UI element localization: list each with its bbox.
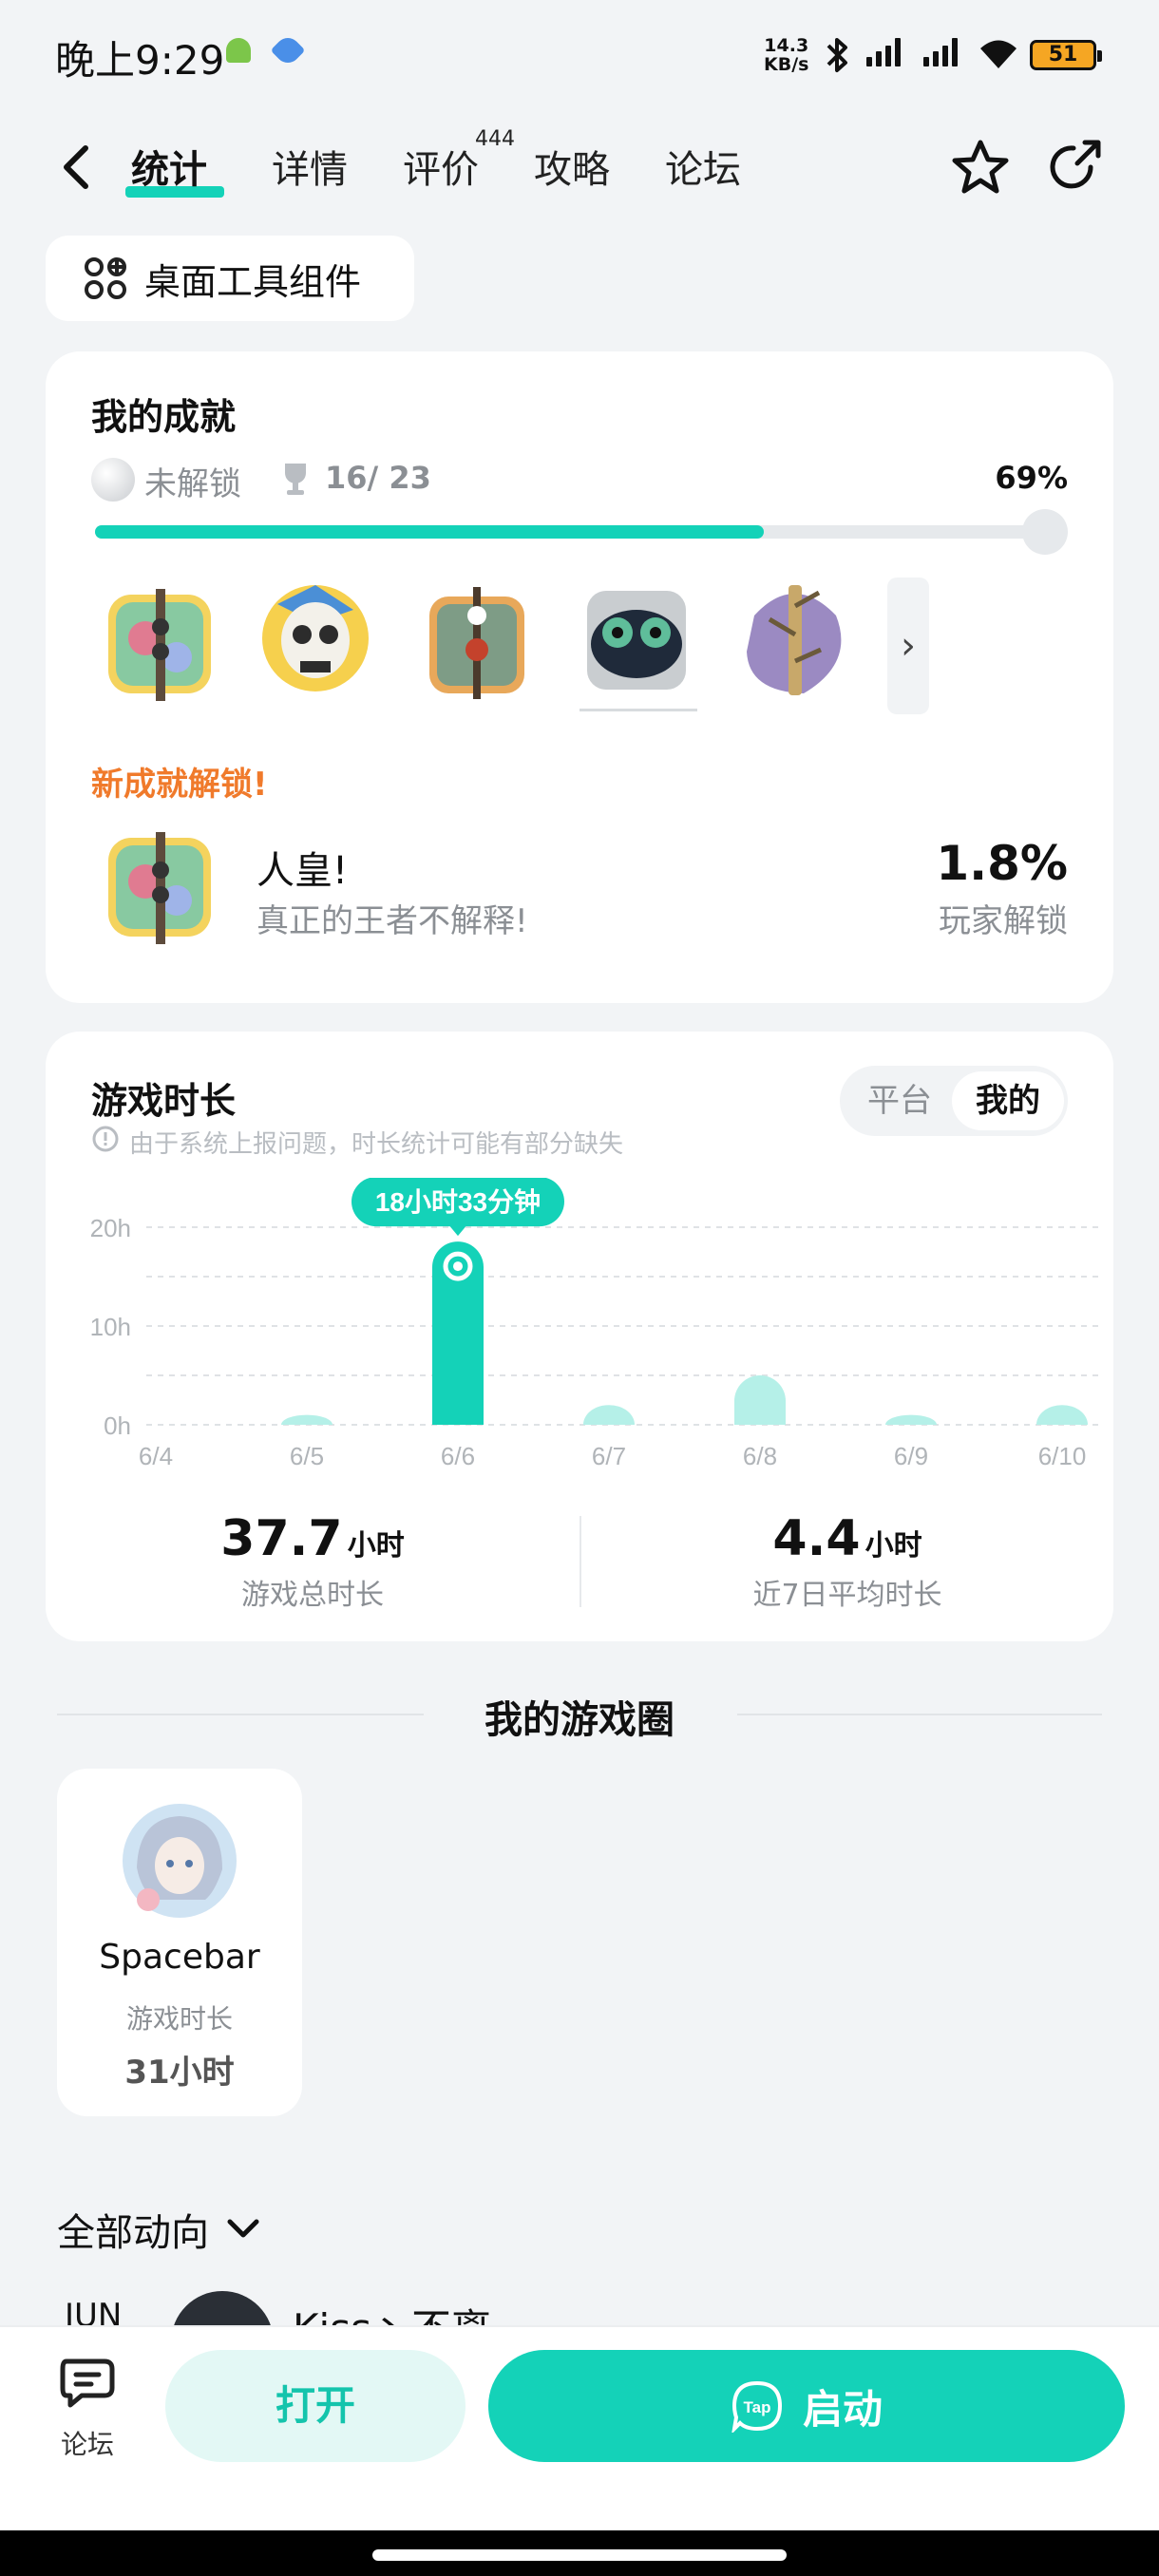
status-bar: 晚上9:29 14.3 KB/s 51 <box>0 0 1159 114</box>
status-time: 晚上9:29 <box>55 37 225 84</box>
progress-end-star-icon <box>1022 509 1068 555</box>
locked-label: 未解锁 <box>144 465 241 503</box>
chart-y-tick-label: 20h <box>90 1214 131 1242</box>
chart-tooltip-pointer <box>448 1224 467 1237</box>
tab-details[interactable]: 详情 <box>272 139 348 194</box>
chart-bar <box>1036 1405 1088 1425</box>
achievement-badge-3[interactable] <box>420 581 534 705</box>
feed-title: 全部动向 <box>57 2211 209 2255</box>
toggle-mine[interactable]: 我的 <box>952 1071 1064 1130</box>
widget-chip-label: 桌面工具组件 <box>144 260 362 303</box>
desktop-widget-button[interactable]: 桌面工具组件 <box>46 236 414 321</box>
back-arrow-icon[interactable] <box>55 141 101 194</box>
avg-playtime-value: 4.4 <box>772 1510 861 1567</box>
forum-icon[interactable] <box>59 2356 120 2409</box>
playtime-title: 游戏时长 <box>91 1080 237 1122</box>
network-speed: 14.3 KB/s <box>764 36 808 74</box>
chart-bar <box>583 1405 635 1425</box>
android-icon <box>226 38 251 63</box>
chart-x-tick-label: 6/6 <box>441 1442 475 1470</box>
bluetooth-icon <box>826 38 847 72</box>
feed-filter-dropdown[interactable]: 全部动向 <box>57 2202 260 2257</box>
achievements-title: 我的成就 <box>91 396 237 438</box>
chart-bar <box>734 1375 786 1425</box>
game-circle-title: 我的游戏圈 <box>484 1698 674 1742</box>
chart-x-tick-label: 6/9 <box>894 1442 928 1470</box>
latest-achievement-badge[interactable] <box>103 824 217 948</box>
battery-indicator: 51 <box>1030 40 1102 70</box>
avg-playtime-label: 近7日平均时长 <box>752 1579 942 1612</box>
chart-x-tick-label: 6/4 <box>139 1442 173 1470</box>
signal-icon-2 <box>923 38 958 66</box>
avg-playtime-unit: 小时 <box>864 1529 922 1563</box>
circle-meta-label: 游戏时长 <box>125 2003 233 2035</box>
circle-avatar <box>123 1804 237 1918</box>
latest-achievement-name: 人皇! <box>256 849 349 893</box>
achievements-next-button[interactable]: › <box>887 578 929 714</box>
achievement-progress-fill <box>95 525 764 539</box>
tab-forum[interactable]: 论坛 <box>665 139 741 194</box>
tap-logo-text: Tap <box>744 2398 771 2416</box>
achievement-badge-2[interactable] <box>258 576 372 699</box>
info-icon <box>92 1126 119 1152</box>
forum-label[interactable]: 论坛 <box>61 2424 114 2462</box>
total-playtime: 37.7 小时 <box>46 1510 580 1567</box>
latest-achievement-desc: 真正的王者不解释! <box>256 902 528 940</box>
chart-x-tick-label: 6/8 <box>743 1442 777 1470</box>
circle-meta-value: 31小时 <box>124 2054 235 2092</box>
chevron-down-icon <box>227 2219 259 2238</box>
launch-button-label: 启动 <box>802 2385 883 2433</box>
tab-guides[interactable]: 攻略 <box>534 139 610 194</box>
selected-badge-underline <box>580 709 697 711</box>
new-unlock-label: 新成就解锁! <box>91 766 268 804</box>
reviews-count-badge: 444 <box>475 127 515 151</box>
chart-tooltip-text: 18小时33分钟 <box>375 1187 541 1217</box>
total-playtime-unit: 小时 <box>347 1529 405 1563</box>
widget-grid-icon <box>85 257 126 299</box>
chart-y-tick-label: 0h <box>104 1411 131 1440</box>
achievement-badge-5[interactable] <box>737 578 851 701</box>
latest-achievement-rate-label: 玩家解锁 <box>939 902 1068 940</box>
tab-stats[interactable]: 统计 <box>131 139 207 194</box>
wifi-icon <box>980 40 1016 68</box>
network-speed-value: 14.3 <box>764 35 809 56</box>
tap-logo-icon: Tap <box>732 2380 782 2433</box>
achievement-count: 16/ 23 <box>325 460 431 496</box>
chart-x-tick-label: 6/7 <box>592 1442 626 1470</box>
latest-achievement-rate: 1.8% <box>936 836 1068 891</box>
chart-x-tick-label: 6/10 <box>1038 1442 1087 1470</box>
favorite-star-icon[interactable] <box>948 135 1013 199</box>
playtime-bar-chart: 0h 10h 20h 6/4 6/5 18小时33分钟 6/6 6/7 6/8 6/9 6/10 <box>90 1178 1100 1470</box>
avg-playtime: 4.4 小时 <box>581 1510 1113 1567</box>
chart-y-tick-label: 10h <box>90 1313 131 1341</box>
share-icon[interactable] <box>1041 135 1106 199</box>
locked-achievement-icon <box>91 458 135 502</box>
total-playtime-label: 游戏总时长 <box>241 1579 384 1612</box>
chart-bar-marker-dot <box>453 1261 463 1272</box>
trophy-icon <box>285 464 306 495</box>
home-indicator[interactable] <box>372 2549 787 2561</box>
chart-x-tick-label: 6/5 <box>290 1442 324 1470</box>
total-playtime-value: 37.7 <box>220 1510 343 1567</box>
signal-icon-1 <box>866 38 901 66</box>
playtime-notice: 由于系统上报问题，时长统计可能有部分缺失 <box>129 1130 624 1159</box>
launch-button[interactable]: Tap 启动 <box>488 2350 1125 2462</box>
circle-name: Spacebar <box>99 1938 260 1977</box>
chart-bar <box>885 1414 937 1425</box>
achievement-badge-4[interactable] <box>580 578 694 701</box>
network-speed-unit: KB/s <box>764 54 809 75</box>
open-button[interactable]: 打开 <box>165 2350 466 2462</box>
achievement-percent: 69% <box>995 460 1068 496</box>
achievement-badge-1[interactable] <box>103 581 217 705</box>
tab-reviews[interactable]: 评价 <box>403 139 479 194</box>
toggle-platform[interactable]: 平台 <box>844 1071 956 1130</box>
rocket-icon <box>270 32 306 68</box>
chart-bar <box>281 1414 332 1425</box>
source-toggle[interactable]: 平台 我的 <box>840 1066 1068 1136</box>
